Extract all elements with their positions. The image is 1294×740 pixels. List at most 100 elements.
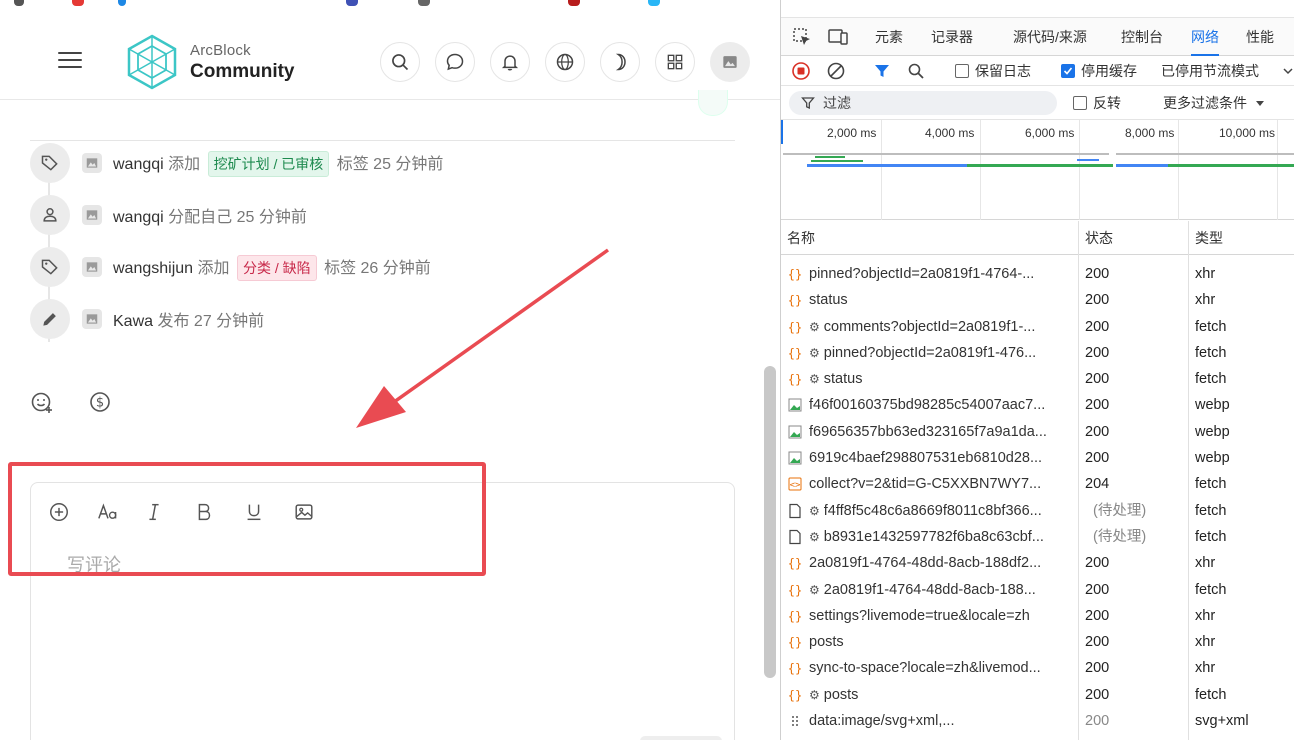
request-name-cell[interactable]: {} ⚙ pinned?objectId=2a0819f1-476... [787, 340, 1077, 366]
avatar[interactable] [82, 257, 102, 277]
disable-cache-checkbox[interactable]: 停用缓存 [1061, 60, 1137, 82]
request-name-cell[interactable]: <> collect?v=2&tid=G-C5XXBN7WY7... [787, 471, 1077, 497]
activity-user[interactable]: wangqi [113, 156, 164, 173]
request-name-cell[interactable]: {} posts [787, 629, 1077, 655]
bookmark-icon[interactable] [72, 0, 84, 6]
avatar[interactable] [82, 309, 102, 329]
device-toggle-icon[interactable] [827, 26, 849, 48]
search-icon [392, 54, 409, 71]
request-row[interactable]: {} posts 200 xhr [781, 629, 1294, 655]
menu-icon[interactable] [58, 52, 82, 70]
request-name-cell[interactable]: {} settings?livemode=true&locale=zh [787, 603, 1077, 629]
invert-checkbox[interactable]: 反转 [1073, 92, 1121, 114]
request-row[interactable]: data:image/svg+xml,... 200 svg+xml [781, 708, 1294, 734]
language-button[interactable] [545, 42, 585, 82]
label-tag[interactable]: 分类 / 缺陷 [236, 254, 317, 281]
submit-button[interactable] [640, 736, 722, 740]
request-row[interactable]: f46f00160375bd98285c54007aac7... 200 webp [781, 392, 1294, 418]
request-row[interactable]: {} 2a0819f1-4764-48dd-8acb-188df2... 200 xh… [781, 550, 1294, 576]
column-header-name[interactable]: 名称 [781, 221, 815, 255]
bookmark-icon[interactable] [648, 0, 660, 6]
request-name-cell[interactable]: ⚙ b8931e1432597782f6ba8c63cbf... [787, 524, 1077, 550]
filter-input[interactable]: 过滤 [789, 91, 1057, 115]
devtools-tab[interactable]: 性能 [1246, 18, 1274, 56]
add-reaction-icon[interactable] [30, 390, 54, 414]
bookmark-icon[interactable] [346, 0, 358, 6]
request-row[interactable]: 6919c4baef298807531eb6810d28... 200 webp [781, 445, 1294, 471]
bold-button[interactable] [191, 499, 217, 525]
request-row[interactable]: f69656357bb63ed323165f7a9a1da... 200 webp [781, 419, 1294, 445]
request-name-cell[interactable]: ⚙ f4ff8f5c48c6a8669f8011c8bf366... [787, 498, 1077, 524]
apps-button[interactable] [655, 42, 695, 82]
search-button[interactable] [380, 42, 420, 82]
request-name-cell[interactable]: 6919c4baef298807531eb6810d28... [787, 445, 1077, 471]
activity-user[interactable]: wangqi [113, 209, 164, 226]
request-row[interactable]: {} ⚙ posts 200 fetch [781, 682, 1294, 708]
more-filters-button[interactable]: 更多过滤条件 [1163, 92, 1265, 114]
notification-button[interactable] [490, 42, 530, 82]
preserve-log-checkbox[interactable]: 保留日志 [955, 60, 1031, 82]
bookmark-icon[interactable] [118, 0, 126, 6]
underline-button[interactable] [241, 499, 267, 525]
request-row[interactable]: {} ⚙ pinned?objectId=2a0819f1-476... 200 fet… [781, 340, 1294, 366]
network-overview-timeline[interactable]: 2,000 ms 4,000 ms 6,000 ms 8,000 ms 10,000 m… [781, 120, 1294, 220]
italic-button[interactable] [141, 499, 167, 525]
insert-image-button[interactable] [291, 499, 317, 525]
activity-action: 发布 27 分钟前 [153, 313, 265, 330]
comment-input[interactable]: 写评论 [67, 551, 667, 577]
bookmark-icon[interactable] [568, 0, 580, 6]
throttling-dropdown-icon[interactable] [1283, 60, 1293, 82]
request-row[interactable]: {} status 200 xhr [781, 287, 1294, 313]
request-name-cell[interactable]: {} ⚙ posts [787, 682, 1077, 708]
text-style-button[interactable] [95, 499, 121, 525]
devtools-tab[interactable]: 记录器 [931, 18, 973, 56]
request-name-cell[interactable]: {} status [787, 287, 1077, 313]
avatar[interactable] [82, 205, 102, 225]
request-name-cell[interactable]: f46f00160375bd98285c54007aac7... [787, 392, 1077, 418]
activity-user[interactable]: wangshijun [113, 260, 193, 277]
request-row[interactable]: ⚙ f4ff8f5c48c6a8669f8011c8bf366... (待处理) fe… [781, 498, 1294, 524]
chat-button[interactable] [435, 42, 475, 82]
request-row[interactable]: {} ⚙ comments?objectId=2a0819f1-... 200 fetc… [781, 314, 1294, 340]
clear-button[interactable] [826, 60, 846, 82]
request-name-cell[interactable]: {} ⚙ 2a0819f1-4764-48dd-8acb-188... [787, 577, 1077, 603]
request-name-cell[interactable]: {} pinned?objectId=2a0819f1-4764-... [787, 261, 1077, 287]
request-row[interactable]: {} ⚙ 2a0819f1-4764-48dd-8acb-188... 200 fetc… [781, 577, 1294, 603]
arcblock-logo[interactable] [126, 34, 178, 90]
request-row[interactable]: {} ⚙ status 200 fetch [781, 366, 1294, 392]
logo-text[interactable]: ArcBlock Community [190, 42, 295, 83]
throttling-select[interactable]: 已停用节流模式 [1161, 60, 1259, 82]
request-name-cell[interactable]: {} 2a0819f1-4764-48dd-8acb-188df2... [787, 550, 1077, 576]
filter-toggle-button[interactable] [873, 60, 891, 82]
avatar[interactable] [82, 153, 102, 173]
theme-toggle-button[interactable] [600, 42, 640, 82]
activity-user[interactable]: Kawa [113, 313, 153, 330]
inspect-element-icon[interactable] [791, 26, 813, 48]
request-name-cell[interactable]: {} ⚙ status [787, 366, 1077, 392]
column-header-type[interactable]: 类型 [1189, 221, 1223, 255]
request-row[interactable]: <> collect?v=2&tid=G-C5XXBN7WY7... 204 fetc… [781, 471, 1294, 497]
request-row[interactable]: {} pinned?objectId=2a0819f1-4764-... 200 xh… [781, 261, 1294, 287]
request-row[interactable]: ⚙ b8931e1432597782f6ba8c63cbf... (待处理) fetc… [781, 524, 1294, 550]
request-name-cell[interactable]: {} ⚙ comments?objectId=2a0819f1-... [787, 314, 1077, 340]
devtools-tab[interactable]: 网络 [1191, 18, 1219, 56]
insert-button[interactable] [46, 499, 72, 525]
label-tag[interactable]: 挖矿计划 / 已审核 [207, 150, 330, 177]
request-name-cell[interactable]: data:image/svg+xml,... [787, 708, 1077, 734]
tip-dollar-icon[interactable]: $ [88, 390, 112, 414]
apps-icon[interactable] [14, 0, 24, 6]
bookmark-icon[interactable] [418, 0, 430, 6]
devtools-tab[interactable]: 源代码/来源 [1013, 18, 1087, 56]
devtools-tab[interactable]: 控制台 [1121, 18, 1163, 56]
page-scrollbar[interactable] [764, 366, 776, 678]
request-type: xhr [1195, 660, 1216, 677]
search-network-button[interactable] [907, 60, 925, 82]
record-button[interactable] [791, 60, 811, 82]
column-header-status[interactable]: 状态 [1079, 221, 1113, 255]
request-row[interactable]: {} settings?livemode=true&locale=zh 200 xhr [781, 603, 1294, 629]
request-name-cell[interactable]: f69656357bb63ed323165f7a9a1da... [787, 419, 1077, 445]
user-avatar-button[interactable] [710, 42, 750, 82]
request-row[interactable]: {} sync-to-space?locale=zh&livemod... 200 x… [781, 655, 1294, 681]
request-name-cell[interactable]: {} sync-to-space?locale=zh&livemod... [787, 655, 1077, 681]
devtools-tab[interactable]: 元素 [875, 18, 903, 56]
